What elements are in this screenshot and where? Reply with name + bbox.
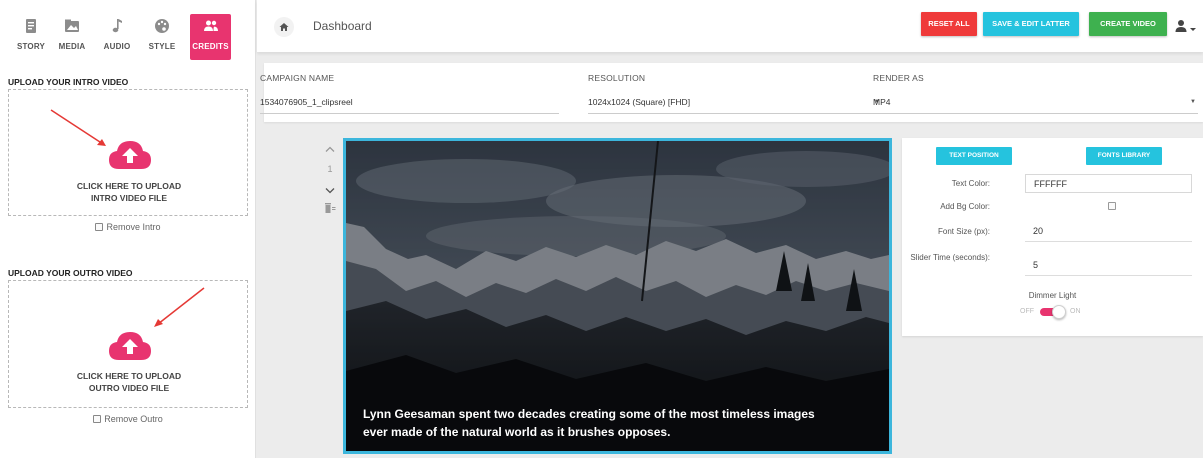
outro-upload-text-line1: CLICK HERE TO UPLOAD	[76, 371, 182, 381]
red-arrow-icon	[154, 287, 205, 327]
resolution-select[interactable]: 1024x1024 (Square) [FHD]	[588, 97, 690, 107]
intro-upload-text-line2: INTRO VIDEO FILE	[90, 193, 168, 203]
outro-upload-dropzone[interactable]: CLICK HERE TO UPLOAD OUTRO VIDEO FILE	[8, 280, 248, 408]
slider-time-label: Slider Time (seconds):	[910, 253, 990, 262]
slider-time-field[interactable]: 5	[1033, 260, 1038, 270]
tab-media[interactable]: MEDIA	[52, 14, 92, 60]
intro-section-title: UPLOAD YOUR INTRO VIDEO	[8, 77, 129, 87]
tab-audio[interactable]: AUDIO	[97, 14, 137, 60]
cloud-upload-icon	[109, 141, 151, 169]
resolution-label: RESOLUTION	[588, 73, 646, 83]
home-icon	[279, 23, 289, 31]
move-down-chevron-icon[interactable]	[322, 186, 338, 196]
tab-credits-label: CREDITS	[192, 42, 229, 51]
campaign-panel: CAMPAIGN NAME 1534076905_1_clipsreel RES…	[260, 63, 1203, 122]
text-settings-panel: TEXT POSITION FONTS LIBRARY Text Color: …	[902, 138, 1203, 336]
cloud-upload-icon	[109, 332, 151, 360]
slider-time-underline	[1025, 275, 1192, 276]
tab-credits[interactable]: CREDITS	[190, 14, 231, 60]
font-size-underline	[1025, 241, 1192, 242]
save-edit-later-button[interactable]: SAVE & EDIT LATTER	[983, 12, 1079, 36]
delete-slide-icon[interactable]	[322, 203, 338, 215]
render-as-label: RENDER AS	[873, 73, 924, 83]
caption-line-1: Lynn Geesaman spent two decades creating…	[363, 407, 815, 421]
red-arrow-icon	[50, 109, 106, 146]
sidebar-tabs: STORY MEDIA AUDIO STYLE CREDITS	[0, 0, 256, 62]
remove-intro-row[interactable]: Remove Intro	[0, 222, 256, 232]
resolution-underline	[588, 113, 887, 114]
toggle-knob	[1052, 305, 1066, 319]
user-menu-icon[interactable]	[1175, 19, 1199, 33]
font-size-field[interactable]: 20	[1033, 226, 1043, 236]
tab-media-label: MEDIA	[58, 42, 86, 51]
text-color-field[interactable]	[1025, 174, 1192, 193]
music-note-icon	[97, 18, 137, 40]
breadcrumb: Dashboard	[313, 19, 372, 33]
tab-audio-label: AUDIO	[103, 42, 131, 51]
caption-line-2: ever made of the natural world as it bru…	[363, 425, 671, 439]
reset-all-button[interactable]: RESET ALL	[921, 12, 977, 36]
render-as-chevron-down-icon[interactable]: ▼	[1190, 99, 1196, 105]
campaign-name-input[interactable]: 1534076905_1_clipsreel	[260, 97, 353, 107]
people-icon	[190, 18, 231, 40]
remove-outro-row[interactable]: Remove Outro	[0, 414, 256, 424]
tab-story[interactable]: STORY	[11, 14, 51, 60]
campaign-name-underline	[260, 113, 559, 114]
text-color-label: Text Color:	[951, 179, 990, 188]
slide-index: 1	[327, 164, 333, 174]
intro-upload-dropzone[interactable]: CLICK HERE TO UPLOAD INTRO VIDEO FILE	[8, 89, 248, 216]
create-video-button[interactable]: CREATE VIDEO	[1089, 12, 1167, 36]
outro-section-title: UPLOAD YOUR OUTRO VIDEO	[8, 268, 133, 278]
toggle-off-label: OFF	[1020, 308, 1034, 315]
dimmer-light-label: Dimmer Light	[1028, 291, 1077, 300]
font-size-label: Font Size (px):	[937, 227, 990, 236]
fonts-library-button[interactable]: FONTS LIBRARY	[1086, 147, 1162, 165]
outro-upload-text-line2: OUTRO VIDEO FILE	[88, 383, 170, 393]
remove-intro-checkbox[interactable]	[95, 223, 104, 231]
palette-icon	[142, 18, 182, 40]
top-bar: Dashboard RESET ALL SAVE & EDIT LATTER C…	[257, 0, 1203, 52]
remove-outro-label: Remove Outro	[104, 414, 163, 424]
tab-story-label: STORY	[16, 42, 46, 51]
render-as-underline	[873, 113, 1198, 114]
render-as-select[interactable]: MP4	[873, 97, 890, 107]
remove-intro-label: Remove Intro	[106, 222, 161, 232]
text-position-button[interactable]: TEXT POSITION	[936, 147, 1012, 165]
remove-outro-checkbox[interactable]	[93, 415, 102, 423]
sidebar: STORY MEDIA AUDIO STYLE CREDITS UPLOAD Y…	[0, 0, 256, 458]
tab-style-label: STYLE	[148, 42, 176, 51]
home-button[interactable]	[274, 17, 294, 37]
dimmer-light-toggle[interactable]	[1038, 305, 1066, 319]
toggle-on-label: ON	[1070, 308, 1081, 315]
add-bg-color-label: Add Bg Color:	[940, 202, 990, 211]
tab-style[interactable]: STYLE	[142, 14, 182, 60]
move-up-chevron-icon[interactable]	[322, 144, 338, 154]
intro-upload-text-line1: CLICK HERE TO UPLOAD	[76, 181, 182, 191]
document-icon	[11, 18, 51, 40]
campaign-name-label: CAMPAIGN NAME	[260, 73, 335, 83]
add-bg-color-checkbox[interactable]	[1108, 202, 1116, 210]
video-caption[interactable]: Lynn Geesaman spent two decades creating…	[363, 405, 853, 441]
video-preview[interactable]: Lynn Geesaman spent two decades creating…	[343, 138, 892, 454]
media-icon	[52, 18, 92, 40]
